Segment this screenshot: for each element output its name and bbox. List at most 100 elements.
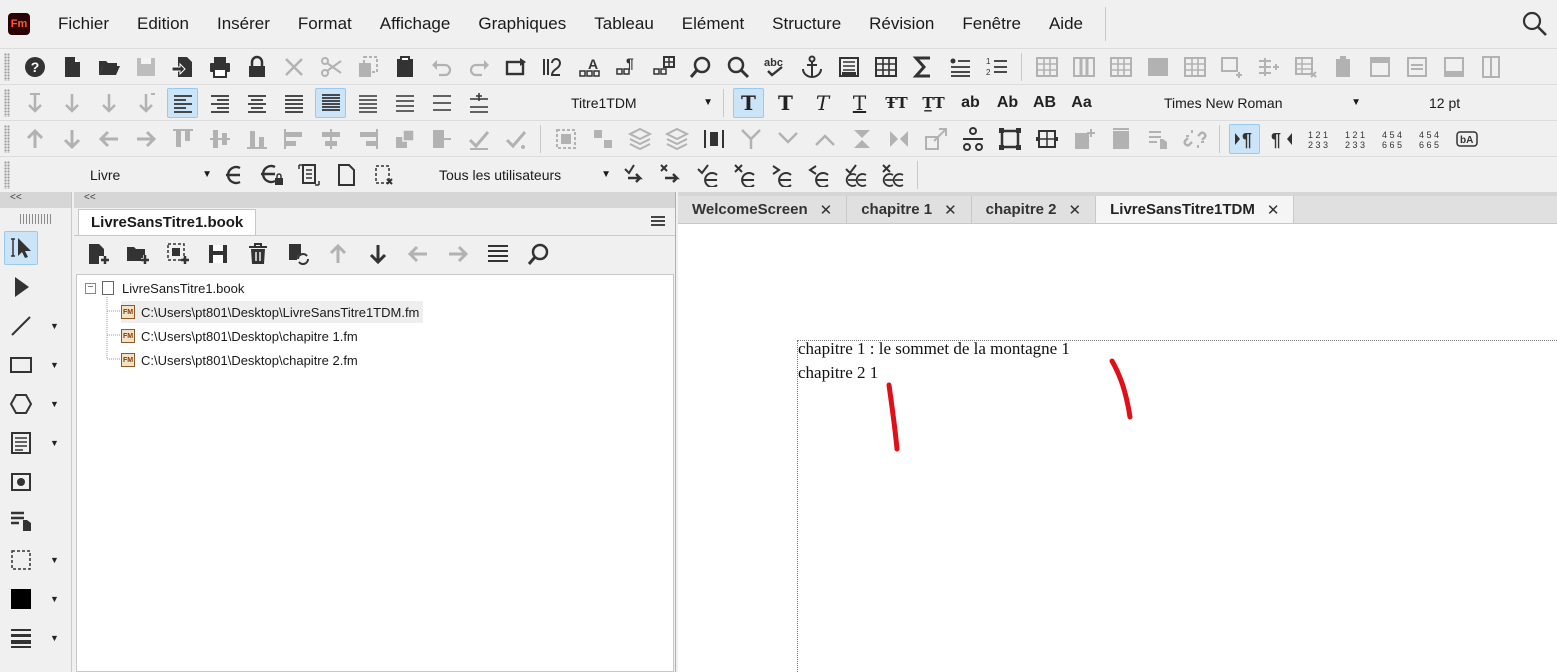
align-right-button[interactable] xyxy=(204,88,235,118)
one-half-spacing-button[interactable] xyxy=(352,88,383,118)
tree-file-row[interactable]: FM C:\Users\pt801\Desktop\chapitre 2.fm xyxy=(121,349,358,371)
help-button[interactable]: ? xyxy=(19,52,50,82)
show-pilcrow-button[interactable]: ¶ xyxy=(1229,123,1260,154)
users-selector[interactable]: Tous les utilisateurs ▼ xyxy=(435,167,615,183)
move-file-up-button[interactable] xyxy=(320,239,356,269)
table-tool-3[interactable] xyxy=(1105,52,1136,82)
cut-button[interactable] xyxy=(315,52,346,82)
close-icon[interactable]: ✕ xyxy=(1069,201,1082,219)
numbering-4-button[interactable]: 4 5 46 6 5 xyxy=(1414,124,1445,154)
select-area-button[interactable] xyxy=(4,543,38,577)
tool-rectangle[interactable]: ▼ xyxy=(0,345,71,384)
text-frame-tool-button[interactable] xyxy=(4,426,38,460)
table-tool-6[interactable] xyxy=(1216,52,1247,82)
new-page-button[interactable] xyxy=(1068,124,1099,154)
lock-tracking-button[interactable] xyxy=(256,160,287,190)
tool-graphic-frame[interactable] xyxy=(0,462,71,501)
table-tool-2[interactable] xyxy=(1068,52,1099,82)
new-document-button[interactable] xyxy=(56,52,87,82)
toolbar-grip[interactable] xyxy=(4,124,10,153)
equation-button[interactable] xyxy=(907,52,938,82)
hotspot-tool-button[interactable] xyxy=(4,504,38,538)
tool-pen-width[interactable]: ▼ xyxy=(0,618,71,657)
print-button[interactable] xyxy=(204,52,235,82)
leading-button[interactable] xyxy=(130,88,161,118)
menu-fenetre[interactable]: Fenêtre xyxy=(948,14,1035,34)
tool-smart-select[interactable] xyxy=(0,228,71,267)
line-tool-button[interactable] xyxy=(4,309,38,343)
scale-button[interactable] xyxy=(920,124,951,154)
menu-graphiques[interactable]: Graphiques xyxy=(464,14,580,34)
find-in-book-button[interactable] xyxy=(520,239,556,269)
smooth-button[interactable] xyxy=(463,124,494,154)
object-select-button[interactable] xyxy=(4,270,38,304)
font-size-select[interactable]: 12 pt xyxy=(1425,95,1485,111)
unsmooth-button[interactable] xyxy=(500,124,531,154)
previous-change-button[interactable] xyxy=(803,160,834,190)
resize-button[interactable] xyxy=(1031,124,1062,154)
pen-width-button[interactable] xyxy=(4,621,38,655)
justify-button[interactable] xyxy=(278,88,309,118)
subscript-button[interactable]: T̲T xyxy=(918,88,949,118)
text-frame-button[interactable] xyxy=(833,52,864,82)
move-down-button[interactable] xyxy=(56,124,87,154)
book-selector[interactable]: Livre ▼ xyxy=(86,167,216,183)
initial-caps-button[interactable]: Ab xyxy=(992,88,1023,118)
anchor-button[interactable] xyxy=(796,52,827,82)
tool-text-frame[interactable]: ▼ xyxy=(0,423,71,462)
repeat-button[interactable] xyxy=(500,52,531,82)
close-icon[interactable]: ✕ xyxy=(820,201,833,219)
tab-welcomescreen[interactable]: WelcomeScreen ✕ xyxy=(678,196,848,223)
reshape-button[interactable] xyxy=(735,124,766,154)
menu-format[interactable]: Format xyxy=(284,14,366,34)
numbering-2-button[interactable]: 1 2 12 3 3 xyxy=(1340,124,1371,154)
pilcrow-right-button[interactable]: ¶ xyxy=(1266,124,1297,154)
tab-livresanstitre1tdm[interactable]: LivreSansTitre1TDM ✕ xyxy=(1096,196,1295,223)
tool-line[interactable]: ▼ xyxy=(0,306,71,345)
space-below-button[interactable] xyxy=(19,88,50,118)
lock-button[interactable] xyxy=(241,52,272,82)
toolbar-grip[interactable] xyxy=(4,160,10,189)
single-spacing-button[interactable] xyxy=(315,87,346,118)
custom-spacing-button[interactable] xyxy=(426,88,457,118)
smart-select-button[interactable] xyxy=(4,230,38,265)
add-folder-button[interactable] xyxy=(120,239,156,269)
flip-down-button[interactable] xyxy=(809,124,840,154)
update-book-button[interactable] xyxy=(280,239,316,269)
compare-button[interactable] xyxy=(293,160,324,190)
book-list-button[interactable] xyxy=(480,239,516,269)
text-frame-border[interactable] xyxy=(797,340,1557,672)
menu-structure[interactable]: Structure xyxy=(758,14,855,34)
search-icon[interactable] xyxy=(1521,10,1549,38)
toc-entry[interactable]: chapitre 1 : le sommet de la montagne 1 xyxy=(798,339,1070,359)
rectangle-tool-button[interactable] xyxy=(4,348,38,382)
tool-polygon[interactable]: ▼ xyxy=(0,384,71,423)
toolbar-grip[interactable] xyxy=(4,88,10,117)
stack-button[interactable] xyxy=(624,124,655,154)
tree-root[interactable]: − LivreSansTitre1.book xyxy=(85,277,244,299)
table-tool-11[interactable] xyxy=(1401,52,1432,82)
track-changes-button[interactable] xyxy=(219,160,250,190)
align-top-button[interactable] xyxy=(167,124,198,154)
move-file-down-button[interactable] xyxy=(360,239,396,269)
graphic-frame-tool-button[interactable] xyxy=(4,465,38,499)
bulleted-list-button[interactable] xyxy=(944,52,975,82)
chevron-down-icon[interactable]: ▼ xyxy=(50,594,59,604)
open-button[interactable] xyxy=(93,52,124,82)
save-book-button[interactable] xyxy=(200,239,236,269)
collapse-icon[interactable]: − xyxy=(85,282,96,294)
find-button[interactable] xyxy=(722,52,753,82)
columns-button[interactable] xyxy=(537,52,568,82)
lowercase-button[interactable]: ab xyxy=(955,88,986,118)
flip-up-button[interactable] xyxy=(772,124,803,154)
next-change-2-button[interactable] xyxy=(766,160,797,190)
reject-all-button[interactable] xyxy=(877,160,908,190)
toolbar-grip[interactable] xyxy=(4,52,10,81)
plain-text-button[interactable]: T xyxy=(733,87,764,118)
import-button[interactable] xyxy=(167,52,198,82)
underline-button[interactable]: T xyxy=(844,88,875,118)
tool-select-area[interactable]: ▼ xyxy=(0,540,71,579)
accept-button[interactable] xyxy=(692,160,723,190)
send-back-button[interactable] xyxy=(426,124,457,154)
delete-file-button[interactable] xyxy=(240,239,276,269)
